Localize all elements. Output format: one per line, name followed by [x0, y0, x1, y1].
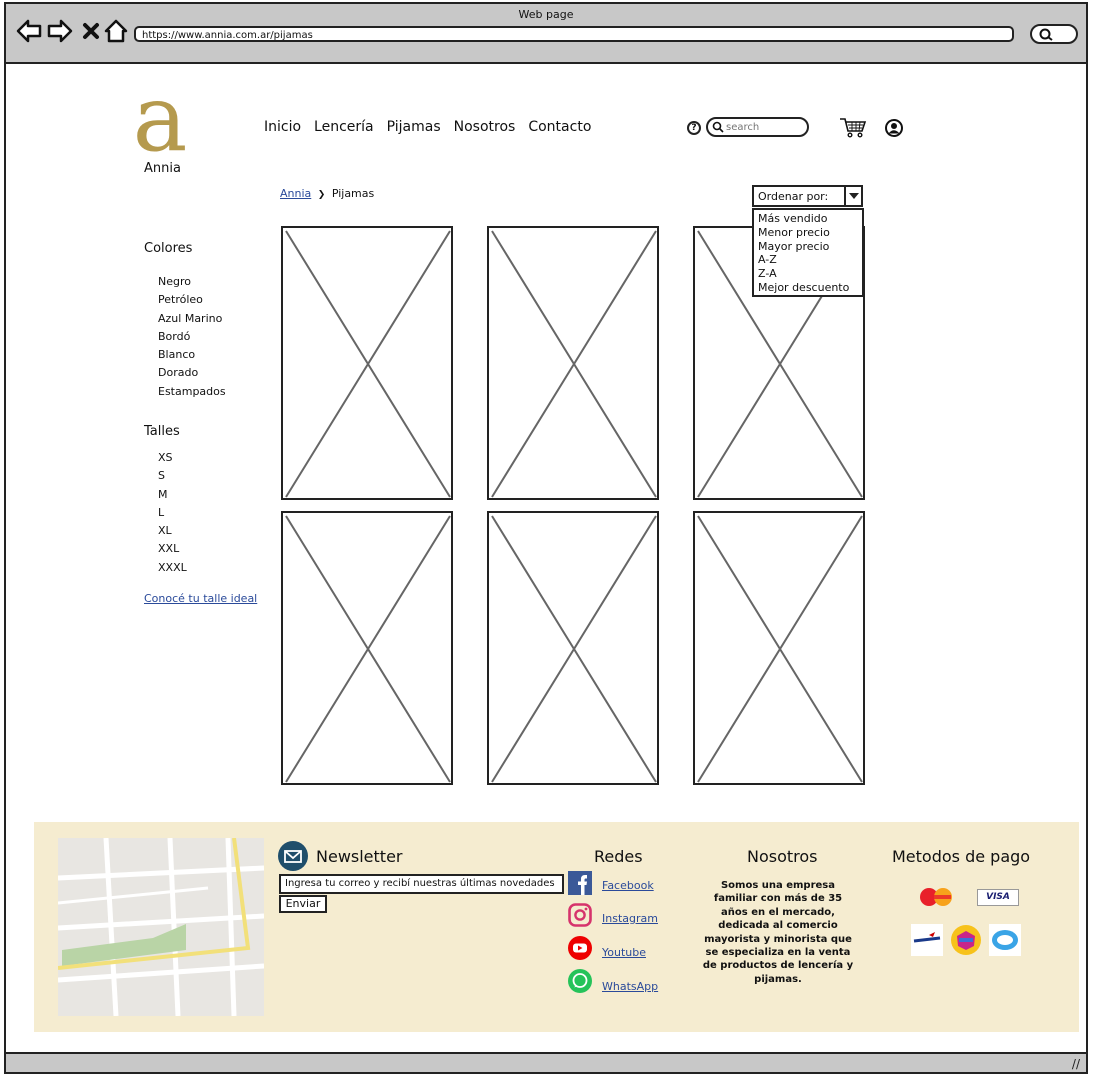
main-nav: Inicio Lencería Pijamas Nosotros Contact…	[264, 119, 591, 135]
instagram-link[interactable]: Instagram	[602, 912, 658, 925]
color-option[interactable]: Dorado	[158, 364, 226, 382]
brand-name: Annia	[144, 161, 181, 176]
youtube-icon[interactable]	[568, 936, 592, 960]
stop-icon[interactable]	[82, 18, 100, 44]
size-guide-link[interactable]: Conocé tu talle ideal	[144, 592, 257, 605]
sizes-title: Talles	[144, 424, 180, 439]
sizes-list: XS S M L XL XXL XXXL	[158, 449, 187, 577]
nav-item-contacto[interactable]: Contacto	[528, 119, 591, 135]
breadcrumb: Annia ❯ Pijamas	[280, 187, 374, 200]
product-card[interactable]	[487, 226, 659, 500]
payment-title: Metodos de pago	[892, 847, 1031, 866]
size-option[interactable]: XXXL	[158, 559, 187, 577]
whatsapp-link[interactable]: WhatsApp	[602, 980, 658, 993]
sort-options: Más vendido Menor precio Mayor precio A-…	[752, 208, 864, 297]
mail-icon	[278, 841, 308, 871]
size-option[interactable]: XS	[158, 449, 187, 467]
search-input[interactable]	[726, 120, 804, 134]
newsletter-title: Newsletter	[316, 847, 403, 866]
sort-option[interactable]: Más vendido	[758, 212, 858, 226]
cabal-card-icon	[951, 925, 981, 955]
nav-item-inicio[interactable]: Inicio	[264, 119, 301, 135]
naranja-card-icon	[989, 924, 1021, 956]
image-placeholder	[491, 515, 657, 783]
visa-logo-text: VISA	[986, 892, 1010, 902]
newsletter-submit-button[interactable]: Enviar	[279, 895, 327, 913]
window-title: Web page	[518, 8, 574, 21]
url-bar[interactable]: https://www.annia.com.ar/pijamas	[134, 26, 1014, 42]
visa-icon: VISA	[977, 889, 1019, 906]
color-option[interactable]: Azul Marino	[158, 310, 226, 328]
back-arrow-icon[interactable]	[16, 18, 42, 44]
sort-option[interactable]: Mayor precio	[758, 240, 858, 254]
nav-item-nosotros[interactable]: Nosotros	[454, 119, 516, 135]
search-icon	[1039, 28, 1053, 41]
sort-label: Ordenar por:	[758, 190, 829, 203]
image-placeholder	[491, 230, 657, 498]
colors-list: Negro Petróleo Azul Marino Bordó Blanco …	[158, 273, 226, 401]
brand-logo[interactable]: a	[128, 65, 192, 172]
product-card[interactable]	[693, 511, 865, 785]
size-option[interactable]: XL	[158, 522, 187, 540]
mastercard-icon	[920, 888, 952, 906]
colors-title: Colores	[144, 241, 193, 256]
whatsapp-icon[interactable]	[568, 969, 592, 993]
sort-option[interactable]: Mejor descuento	[758, 281, 858, 295]
browser-search-field[interactable]	[1030, 24, 1078, 44]
facebook-icon[interactable]	[568, 871, 592, 895]
social-title: Redes	[594, 847, 643, 866]
newsletter-email-input[interactable]: Ingresa tu correo y recibí nuestras últi…	[279, 874, 564, 894]
size-option[interactable]: M	[158, 486, 187, 504]
search-icon	[712, 121, 724, 133]
chevron-down-icon[interactable]	[844, 187, 861, 205]
breadcrumb-home-link[interactable]: Annia	[280, 187, 311, 200]
instagram-icon[interactable]	[568, 903, 592, 927]
sort-option[interactable]: Z-A	[758, 267, 858, 281]
color-option[interactable]: Blanco	[158, 346, 226, 364]
cart-icon[interactable]	[838, 116, 868, 140]
image-placeholder	[285, 230, 451, 498]
sort-select[interactable]: Ordenar por:	[752, 185, 863, 207]
breadcrumb-current: Pijamas	[331, 187, 375, 200]
chevron-right-icon: ❯	[317, 190, 326, 200]
logo-glyph: a	[133, 90, 188, 156]
product-card[interactable]	[281, 226, 453, 500]
size-option[interactable]: S	[158, 467, 187, 485]
site-search[interactable]	[706, 117, 809, 137]
product-card[interactable]	[281, 511, 453, 785]
facebook-link[interactable]: Facebook	[602, 879, 654, 892]
youtube-link[interactable]: Youtube	[602, 946, 646, 959]
image-placeholder	[697, 515, 863, 783]
forward-arrow-icon[interactable]	[47, 18, 73, 44]
nav-item-lenceria[interactable]: Lencería	[314, 119, 374, 135]
color-option[interactable]: Estampados	[158, 383, 226, 401]
home-icon[interactable]	[104, 18, 128, 44]
help-icon[interactable]: ?	[687, 121, 701, 135]
color-option[interactable]: Bordó	[158, 328, 226, 346]
user-icon[interactable]	[884, 118, 904, 138]
about-text: Somos una empresa familiar con más de 35…	[702, 880, 854, 985]
product-card[interactable]	[487, 511, 659, 785]
browser-statusbar: //	[4, 1052, 1088, 1074]
color-option[interactable]: Negro	[158, 273, 226, 291]
about-title: Nosotros	[747, 847, 818, 866]
size-option[interactable]: XXL	[158, 540, 187, 558]
resize-grip-icon[interactable]: //	[1072, 1057, 1080, 1071]
nav-item-pijamas[interactable]: Pijamas	[387, 119, 441, 135]
color-option[interactable]: Petróleo	[158, 291, 226, 309]
image-placeholder	[285, 515, 451, 783]
size-option[interactable]: L	[158, 504, 187, 522]
payment-card-icon	[911, 924, 943, 956]
map-image[interactable]	[58, 838, 264, 1016]
sort-option[interactable]: Menor precio	[758, 226, 858, 240]
sort-option[interactable]: A-Z	[758, 253, 858, 267]
